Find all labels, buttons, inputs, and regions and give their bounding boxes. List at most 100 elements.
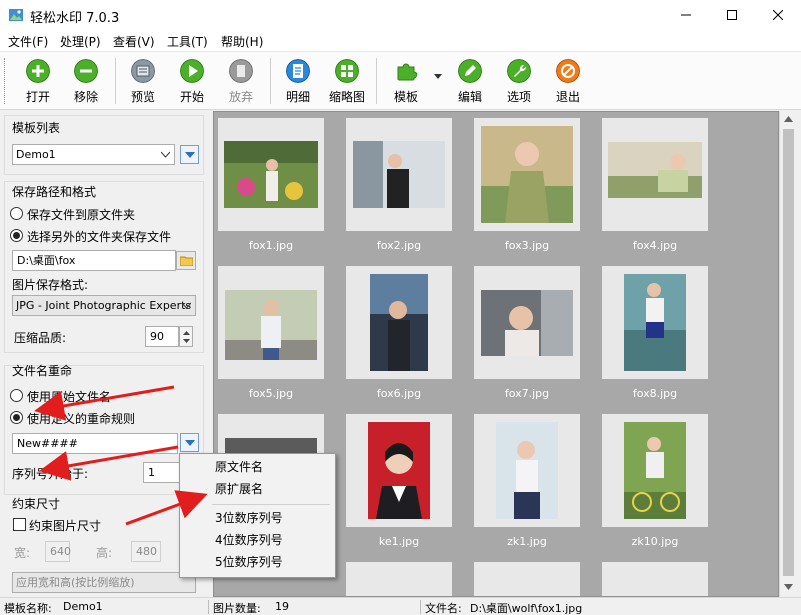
rename-original-radio[interactable] bbox=[10, 389, 23, 402]
rename-custom-label[interactable]: 使用定义的重命规则 bbox=[27, 410, 135, 427]
thumbnail-tile[interactable] bbox=[602, 118, 708, 231]
start-button[interactable]: 开始 bbox=[169, 56, 215, 106]
details-button[interactable]: 明细 bbox=[275, 56, 321, 106]
template-header: 模板列表 bbox=[12, 121, 61, 135]
scrollbar-thumb[interactable] bbox=[783, 129, 794, 576]
thumbnail-tile[interactable] bbox=[346, 562, 452, 596]
toolbar-grip[interactable] bbox=[4, 58, 7, 104]
options-button[interactable]: 选项 bbox=[496, 56, 542, 106]
menu-process[interactable]: 处理(P) bbox=[60, 33, 101, 50]
triangle-down-icon bbox=[185, 440, 195, 446]
abort-button[interactable]: 放弃 bbox=[218, 56, 264, 106]
menu-separator bbox=[212, 504, 330, 505]
edit-button[interactable]: 编辑 bbox=[447, 56, 493, 106]
save-original-radio[interactable] bbox=[10, 207, 23, 220]
thumbnail-tile[interactable] bbox=[218, 266, 324, 379]
menu-view[interactable]: 查看(V) bbox=[113, 33, 155, 50]
folder-icon bbox=[180, 256, 193, 266]
close-button[interactable] bbox=[755, 0, 801, 30]
remove-label: 移除 bbox=[73, 90, 98, 104]
rename-header: 文件名重命 bbox=[12, 364, 73, 378]
thumbnail-tile[interactable] bbox=[474, 118, 580, 231]
template-dropdown-icon[interactable] bbox=[434, 74, 442, 80]
photo-thumbnail bbox=[496, 422, 558, 519]
status-file-value: D:\桌面\wolf\fox1.jpg bbox=[470, 602, 583, 615]
triangle-down-icon bbox=[185, 152, 195, 158]
template-button[interactable]: 模板 bbox=[383, 56, 429, 106]
save-path-input[interactable]: D:\桌面\fox bbox=[12, 250, 176, 271]
format-select[interactable]: JPG - Joint Photographic Experts G bbox=[12, 295, 196, 316]
exit-button[interactable]: 退出 bbox=[545, 56, 591, 106]
quality-label: 压缩品质: bbox=[14, 331, 67, 345]
scale-mode-select[interactable]: 应用宽和高(按比例缩放) bbox=[12, 572, 196, 593]
menu-item-4-digit-sequence[interactable]: 4位数序列号 bbox=[180, 529, 335, 551]
exit-label: 退出 bbox=[555, 90, 580, 104]
thumbnail-caption: fox4.jpg bbox=[632, 239, 678, 252]
thumbnail-button[interactable]: 缩略图 bbox=[324, 56, 370, 106]
constrain-header: 约束尺寸 bbox=[12, 497, 61, 511]
plus-icon bbox=[26, 59, 50, 83]
thumbnail-tile[interactable] bbox=[602, 414, 708, 527]
puzzle-icon bbox=[397, 63, 418, 81]
constrain-checkbox[interactable] bbox=[13, 518, 26, 531]
scroll-down-icon[interactable] bbox=[784, 584, 793, 590]
status-template-label: 模板名称: bbox=[4, 602, 52, 615]
remove-button[interactable]: 移除 bbox=[63, 56, 109, 106]
rename-rule-input[interactable]: New#### bbox=[12, 433, 178, 454]
maximize-button[interactable] bbox=[709, 0, 755, 30]
menu-tools[interactable]: 工具(T) bbox=[167, 33, 208, 50]
menu-help[interactable]: 帮助(H) bbox=[221, 33, 263, 50]
menu-item-5-digit-sequence[interactable]: 5位数序列号 bbox=[180, 551, 335, 573]
minimize-button[interactable] bbox=[663, 0, 709, 30]
menu-item-original-filename[interactable]: 原文件名 bbox=[180, 456, 335, 478]
thumbnail-caption: fox7.jpg bbox=[504, 387, 550, 400]
menu-item-3-digit-sequence[interactable]: 3位数序列号 bbox=[180, 507, 335, 529]
chevron-down-icon bbox=[182, 302, 191, 309]
sequence-input[interactable]: 1 bbox=[143, 462, 183, 483]
status-separator bbox=[208, 600, 209, 614]
save-header: 保存路径和格式 bbox=[12, 185, 97, 199]
menu-item-original-extension[interactable]: 原扩展名 bbox=[180, 478, 335, 500]
preview-button[interactable]: 预览 bbox=[120, 56, 166, 106]
photo-thumbnail bbox=[225, 290, 317, 360]
scroll-up-icon[interactable] bbox=[784, 116, 793, 122]
app-icon bbox=[9, 9, 23, 21]
thumbnail-tile[interactable] bbox=[474, 414, 580, 527]
open-button[interactable]: 打开 bbox=[15, 56, 61, 106]
save-other-label[interactable]: 选择另外的文件夹保存文件 bbox=[27, 228, 171, 245]
quality-stepper[interactable] bbox=[179, 326, 193, 347]
rename-rule-menu-button[interactable] bbox=[180, 433, 199, 452]
photo-thumbnail bbox=[224, 141, 318, 208]
width-input[interactable]: 640 bbox=[45, 541, 71, 562]
rename-original-label[interactable]: 使用原始文件名 bbox=[27, 388, 111, 405]
minimize-icon bbox=[681, 14, 691, 16]
rename-custom-radio[interactable] bbox=[10, 411, 23, 424]
thumbnail-tile[interactable] bbox=[346, 266, 452, 379]
toolbar: 打开 移除 预览 开始 放弃 明细 缩略图 模板 编辑 选项 退出 bbox=[0, 52, 801, 110]
save-original-label[interactable]: 保存文件到原文件夹 bbox=[27, 206, 135, 223]
thumbnail-tile[interactable] bbox=[602, 266, 708, 379]
thumbnail-tile[interactable] bbox=[346, 414, 452, 527]
thumbnail-caption: fox5.jpg bbox=[248, 387, 294, 400]
height-input[interactable]: 480 bbox=[131, 541, 161, 562]
thumbnail-tile[interactable] bbox=[346, 118, 452, 231]
thumbnail-tile[interactable] bbox=[218, 118, 324, 231]
width-label: 宽: bbox=[14, 546, 31, 560]
thumbnail-tile[interactable] bbox=[474, 266, 580, 379]
constrain-label[interactable]: 约束图片尺寸 bbox=[29, 517, 101, 534]
template-menu-button[interactable] bbox=[180, 145, 199, 164]
photo-thumbnail bbox=[624, 274, 686, 371]
thumbnail-tile[interactable] bbox=[474, 562, 580, 596]
abort-label: 放弃 bbox=[228, 90, 253, 104]
gallery-scrollbar[interactable] bbox=[779, 111, 796, 597]
menu-file[interactable]: 文件(F) bbox=[8, 33, 48, 50]
quality-input[interactable]: 90 bbox=[145, 326, 179, 347]
thumbnail-tile[interactable] bbox=[602, 562, 708, 596]
sequence-label: 序列号开始于: bbox=[12, 467, 89, 481]
browse-folder-button[interactable] bbox=[176, 251, 196, 270]
save-other-radio[interactable] bbox=[10, 229, 23, 242]
thumbnail-icon bbox=[335, 59, 359, 83]
stop-icon bbox=[229, 59, 253, 83]
thumbnail-caption: fox8.jpg bbox=[632, 387, 678, 400]
template-select[interactable]: Demo1 bbox=[12, 144, 175, 165]
